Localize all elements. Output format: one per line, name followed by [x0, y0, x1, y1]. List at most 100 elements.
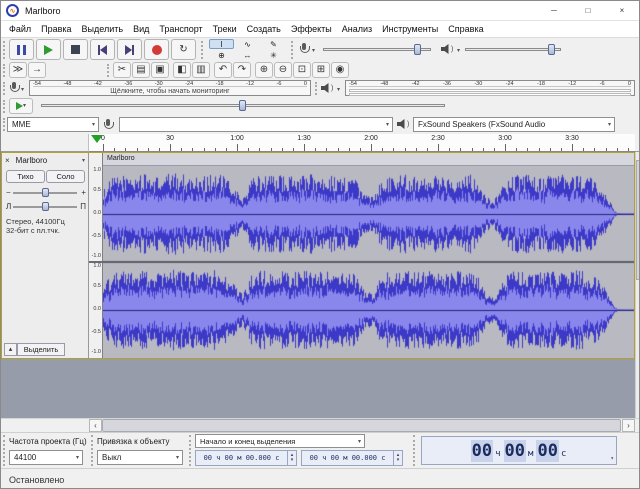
toolbar-grip[interactable]	[3, 82, 7, 95]
timeline-ruler[interactable]: 0301:001:302:002:303:003:30	[89, 134, 635, 152]
menu-item[interactable]: Правка	[36, 24, 76, 34]
maximize-button[interactable]: □	[571, 1, 605, 20]
vertical-scrollbar[interactable]	[635, 152, 640, 418]
menu-item[interactable]: Анализ	[337, 24, 377, 34]
slider-handle[interactable]	[42, 202, 49, 211]
toolbar-grip[interactable]	[315, 82, 319, 95]
horizontal-scrollbar-thumb[interactable]	[102, 419, 621, 432]
envelope-tool-button[interactable]: ∿	[235, 39, 260, 49]
play-button[interactable]	[36, 39, 61, 60]
mute-button[interactable]: Тихо	[6, 170, 45, 183]
track-name[interactable]: Marlboro	[16, 156, 82, 165]
toolbar-grip[interactable]	[91, 435, 95, 466]
toolbar-grip[interactable]	[3, 64, 7, 77]
loop-button[interactable]: ↻	[171, 39, 196, 60]
selection-range-mode-select[interactable]: Начало и конец выделения▾	[195, 434, 365, 448]
toolbar-grip[interactable]	[3, 100, 7, 113]
seek-button[interactable]: →	[28, 62, 46, 78]
multi-tool-button[interactable]: ✳	[261, 50, 286, 60]
zoom-selection-button[interactable]: ⊡	[293, 62, 311, 78]
toolbar-grip[interactable]	[201, 41, 205, 59]
empty-track-area[interactable]	[1, 359, 635, 418]
solo-button[interactable]: Соло	[46, 170, 85, 183]
toolbar-grip[interactable]	[3, 41, 7, 59]
menu-item[interactable]: Эффекты	[286, 24, 337, 34]
pan-slider[interactable]	[13, 201, 77, 213]
chevron-down-icon[interactable]: ▾	[610, 455, 614, 462]
cut-button[interactable]: ✂	[113, 62, 131, 78]
scrub-button[interactable]: ≫	[9, 62, 27, 78]
spin-down-icon[interactable]: ▾	[291, 458, 294, 463]
slider-handle[interactable]	[239, 100, 246, 111]
toolbar-grip[interactable]	[291, 41, 295, 59]
chevron-down-icon[interactable]: ▾	[457, 47, 460, 54]
slider-handle[interactable]	[414, 44, 421, 55]
scroll-left-icon[interactable]: ‹	[89, 419, 102, 432]
project-rate-select[interactable]: 44100▾	[9, 450, 83, 465]
menu-item[interactable]: Выделить	[77, 24, 129, 34]
menu-item[interactable]: Вид	[128, 24, 154, 34]
playback-device-select[interactable]: FxSound Speakers (FxSound Audio▾	[413, 117, 615, 132]
zoom-tool-button[interactable]: ⊕	[209, 50, 234, 60]
snap-to-select[interactable]: Выкл▾	[97, 450, 183, 465]
chevron-down-icon[interactable]: ▾	[312, 47, 315, 54]
zoom-toggle-button[interactable]: ◉	[331, 62, 349, 78]
horizontal-scrollbar[interactable]: ‹ ›	[1, 418, 640, 432]
trim-audio-button[interactable]: ◧	[173, 62, 191, 78]
redo-button[interactable]: ↷	[233, 62, 251, 78]
selection-start-field[interactable]: 00 ч 00 м 00.000 с ▴▾	[195, 450, 297, 466]
timeshift-tool-button[interactable]: ↔	[235, 50, 260, 60]
vertical-scale-ruler[interactable]: 1.00.50.0-0.5-1.01.00.50.0-0.5-1.0	[89, 153, 103, 358]
undo-button[interactable]: ↶	[214, 62, 232, 78]
minimize-button[interactable]: ─	[537, 1, 571, 20]
menu-item[interactable]: Справка	[443, 24, 488, 34]
playback-volume-slider[interactable]	[465, 43, 561, 57]
menu-item[interactable]: Транспорт	[154, 24, 207, 34]
menu-item[interactable]: Треки	[208, 24, 242, 34]
clip-title-bar[interactable]: Marlboro	[103, 153, 634, 166]
zoom-project-button[interactable]: ⊞	[312, 62, 330, 78]
playback-speed-slider[interactable]	[41, 99, 445, 113]
record-button[interactable]	[144, 39, 169, 60]
stop-button[interactable]	[63, 39, 88, 60]
close-button[interactable]: ×	[605, 1, 639, 20]
playback-meter[interactable]: -54-48-42-36-30-24-18-12-60	[345, 80, 635, 96]
slider-handle[interactable]	[42, 188, 49, 197]
pause-button[interactable]	[9, 39, 34, 60]
paste-button[interactable]: ▣	[151, 62, 169, 78]
zoom-out-button[interactable]: ⊖	[274, 62, 292, 78]
selection-end-field[interactable]: 00 ч 00 м 00.000 с ▴▾	[301, 450, 403, 466]
copy-button[interactable]: ▤	[132, 62, 150, 78]
recording-meter[interactable]: -54-48-42-36-30-24-18-12-60 Щёлкните, чт…	[29, 80, 311, 96]
position-hours[interactable]: 00	[471, 440, 493, 462]
recording-volume-slider[interactable]	[323, 43, 431, 57]
scroll-right-icon[interactable]: ›	[622, 419, 635, 432]
toolbar-grip[interactable]	[413, 435, 417, 466]
vertical-scrollbar-thumb[interactable]	[636, 160, 640, 280]
skip-to-start-button[interactable]	[90, 39, 115, 60]
position-seconds[interactable]: 00	[536, 440, 558, 462]
spin-down-icon[interactable]: ▾	[397, 458, 400, 463]
waveform-canvas[interactable]	[103, 166, 634, 358]
menu-item[interactable]: Инструменты	[377, 24, 443, 34]
play-at-speed-button[interactable]: ▾	[9, 98, 33, 114]
toolbar-grip[interactable]	[189, 435, 193, 466]
draw-tool-button[interactable]: ✎	[261, 39, 286, 49]
recording-device-select[interactable]: ▾	[119, 117, 393, 132]
toolbar-grip[interactable]	[3, 435, 7, 466]
audio-host-select[interactable]: MME▾	[7, 117, 99, 132]
chevron-down-icon[interactable]: ▾	[21, 86, 24, 93]
selection-tool-button[interactable]: I	[209, 39, 234, 49]
select-track-button[interactable]: Выделить	[17, 343, 65, 356]
menu-item[interactable]: Файл	[4, 24, 36, 34]
play-position-marker-icon[interactable]	[91, 135, 103, 143]
position-minutes[interactable]: 00	[504, 440, 526, 462]
track-menu-caret-icon[interactable]: ▾	[82, 157, 85, 164]
collapse-track-button[interactable]: ▴	[4, 343, 17, 356]
zoom-in-button[interactable]: ⊕	[255, 62, 273, 78]
chevron-down-icon[interactable]: ▾	[337, 86, 340, 93]
gain-slider[interactable]	[13, 187, 77, 199]
skip-to-end-button[interactable]	[117, 39, 142, 60]
track-close-icon[interactable]: ×	[5, 156, 10, 165]
audio-position-display[interactable]: 00 ч 00 м 00 с ▾	[421, 436, 617, 465]
